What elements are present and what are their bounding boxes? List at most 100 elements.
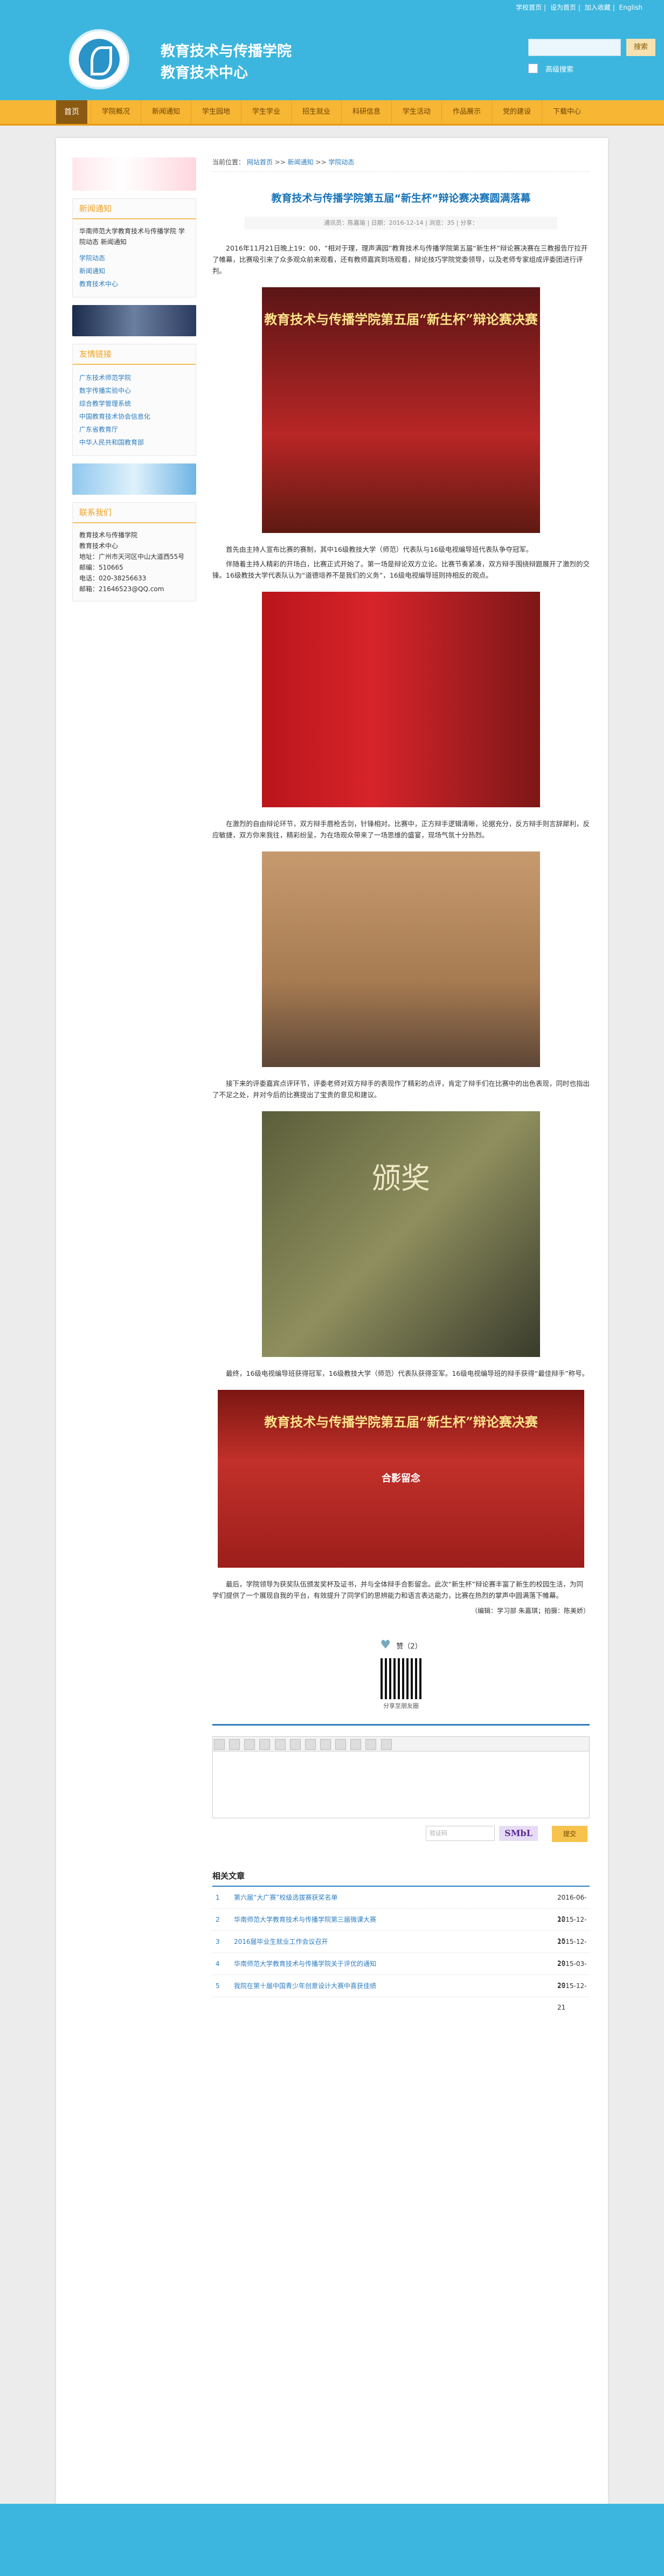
italic-icon[interactable] xyxy=(229,1739,240,1750)
related-row[interactable]: 2 华南师范大学教育技术与传播学院第三届微课大赛 2015-12-15 xyxy=(212,1909,590,1945)
nav-item[interactable]: 作品展示 xyxy=(441,100,492,124)
article-main: 当前位置： 网站首页 >> 新闻通知 >> 学院动态 教育技术与传播学院第五届“… xyxy=(212,157,590,2011)
related-link[interactable]: 华南师范大学教育技术与传播学院第三届微课大赛 xyxy=(234,1909,376,1930)
article-byline: （编辑：学习部 朱嘉琪；拍摄：陈美娇） xyxy=(471,1607,590,1615)
qr-code xyxy=(381,1658,421,1699)
news-link[interactable]: 学院动态 xyxy=(79,252,189,265)
link-icon[interactable] xyxy=(259,1739,271,1750)
related-link[interactable]: 华南师范大学教育技术与传播学院关于评优的通知 xyxy=(234,1953,376,1975)
paragraph: 伴随着主持人精彩的开场白，比赛正式开始了。第一场是辩论双方立论。比赛节奏紧凑，双… xyxy=(212,560,590,579)
contact-line: 邮编：510665 xyxy=(79,564,123,571)
quote-icon[interactable] xyxy=(381,1739,392,1750)
advanced-search-label: 高级搜索 xyxy=(545,66,574,74)
contact-line: 地址：广州市天河区中山大道西55号 xyxy=(79,553,185,560)
article-body: 2016年11月21日晚上19：00，“相对于理，理声满园”教育技术与传播学院第… xyxy=(212,243,590,1617)
links-panel-head: 友情链接 xyxy=(73,344,196,365)
related-row[interactable]: 3 2016届毕业生就业工作会议召开 2015-12-29 xyxy=(212,1931,590,1967)
nav-item[interactable]: 学院概况 xyxy=(91,100,141,124)
captcha-input[interactable]: 验证码 xyxy=(426,1826,495,1841)
bold-icon[interactable] xyxy=(214,1739,225,1750)
news-panel-head: 新闻通知 xyxy=(73,199,196,219)
breadcrumb-item[interactable]: 学院动态 xyxy=(328,158,354,166)
captcha-image[interactable]: SMbL xyxy=(499,1826,538,1841)
align-right-icon[interactable] xyxy=(335,1739,347,1750)
nav-item[interactable]: 学生活动 xyxy=(391,100,441,124)
friend-link[interactable]: 数字传播实验中心 xyxy=(79,384,189,397)
divider xyxy=(212,1724,590,1726)
friend-link[interactable]: 中华人民共和国教育部 xyxy=(79,436,189,449)
align-left-icon[interactable] xyxy=(305,1739,316,1750)
related-row[interactable]: 4 华南师范大学教育技术与传播学院关于评优的通知 2015-03-29 xyxy=(212,1953,590,1989)
friend-link[interactable]: 广东技术师范学院 xyxy=(79,371,189,384)
top-links: 学校首页 | 设为首页 | 加入收藏 | English xyxy=(515,4,642,11)
set-homepage-link[interactable]: 设为首页 xyxy=(550,4,576,11)
page-container: 新闻通知 华南师范大学教育技术与传播学院 学院动态 新闻通知 学院动态 新闻通知… xyxy=(56,138,608,2504)
friend-link[interactable]: 广东省教育厅 xyxy=(79,423,189,436)
related-row[interactable]: 1 第六届“大广赛”校级选拔赛获奖名单 2016-06-12 xyxy=(212,1887,590,1923)
related-row[interactable]: 5 我院在第十届中国青少年创意设计大赛中喜获佳绩 2015-12-21 xyxy=(212,1975,590,2011)
code-icon[interactable] xyxy=(365,1739,377,1750)
related-date: 2015-12-21 xyxy=(557,1982,587,2011)
school-logo[interactable] xyxy=(69,29,129,89)
links-panel: 友情链接 广东技术师范学院 数字传播实验中心 综合教学管理系统 中国教育技术协会… xyxy=(72,344,196,456)
comment-editor[interactable] xyxy=(212,1736,590,1818)
like-count: 赞（2） xyxy=(396,1643,422,1651)
photo-banner-text: 教育技术与传播学院第五届“新生杯”辩论赛决赛 xyxy=(264,311,538,327)
breadcrumb: 当前位置： 网站首页 >> 新闻通知 >> 学院动态 xyxy=(212,157,590,172)
group-photo: 教育技术与传播学院第五届“新生杯”辩论赛决赛 合影留念 xyxy=(218,1390,584,1568)
contact-line: 邮箱：21646523@QQ.com xyxy=(79,585,164,593)
photo-award-text: 颁奖 xyxy=(372,1161,430,1195)
event-photo: 颁奖 xyxy=(262,1111,540,1357)
nav-item[interactable]: 党的建设 xyxy=(492,100,542,124)
nav-item[interactable]: 下载中心 xyxy=(542,100,592,124)
underline-icon[interactable] xyxy=(244,1739,255,1750)
search-input[interactable] xyxy=(528,39,621,56)
submit-comment-button[interactable]: 提交 xyxy=(552,1826,587,1842)
image-icon[interactable] xyxy=(274,1739,286,1750)
related-title: 相关文章 xyxy=(212,1870,590,1887)
nav-item[interactable]: 学生学业 xyxy=(241,100,291,124)
advanced-search-checkbox[interactable] xyxy=(528,64,538,73)
english-link[interactable]: English xyxy=(619,4,642,11)
related-articles: 相关文章 1 第六届“大广赛”校级选拔赛获奖名单 2016-06-12 2 华南… xyxy=(212,1870,590,2011)
news-link[interactable]: 新闻通知 xyxy=(79,265,189,278)
paragraph: 在激烈的自由辩论环节，双方辩手唇枪舌剑，针锋相对。比赛中，正方辩手逻辑清晰，论据… xyxy=(212,820,590,839)
list-icon[interactable] xyxy=(289,1739,301,1750)
related-link[interactable]: 2016届毕业生就业工作会议召开 xyxy=(234,1931,328,1952)
contact-line: 电话：020-38256633 xyxy=(79,574,147,582)
nav-item[interactable]: 招生就业 xyxy=(291,100,341,124)
related-number: 4 xyxy=(216,1960,220,1968)
breadcrumb-item[interactable]: 新闻通知 xyxy=(288,158,314,166)
top-utility-bar: 学校首页 | 设为首页 | 加入收藏 | English xyxy=(0,0,664,14)
friend-link[interactable]: 综合教学管理系统 xyxy=(79,397,189,410)
contact-line: 教育技术与传播学院 xyxy=(79,531,138,539)
news-link[interactable]: 教育技术中心 xyxy=(79,278,189,290)
home-link[interactable]: 学校首页 xyxy=(516,4,542,11)
friend-link[interactable]: 中国教育技术协会信息化 xyxy=(79,410,189,423)
paragraph: 最后，学院领导为获奖队伍颁发奖杯及证书，并与全体辩手合影留念。此次“新生杯”辩论… xyxy=(212,1580,583,1599)
add-favorite-link[interactable]: 加入收藏 xyxy=(585,4,611,11)
like-heart-icon[interactable]: ♥ xyxy=(380,1638,391,1652)
nav-item[interactable]: 新闻通知 xyxy=(141,100,191,124)
nav-item[interactable]: 科研信息 xyxy=(341,100,391,124)
site-title-line2: 教育技术中心 xyxy=(161,65,248,81)
related-link[interactable]: 第六届“大广赛”校级选拔赛获奖名单 xyxy=(234,1887,337,1908)
related-number: 5 xyxy=(216,1982,220,1990)
event-photo xyxy=(262,592,540,807)
paragraph: 最终，16级电视编导班获得冠军，16级教技大学（师范）代表队获得亚军。16级电视… xyxy=(226,1369,589,1377)
paragraph: 首先由主持人宣布比赛的赛制，其中16级教技大学（师范）代表队与16级电视编导班代… xyxy=(226,545,533,553)
search-button[interactable]: 搜索 xyxy=(626,39,655,56)
editor-toolbar xyxy=(213,1737,589,1751)
related-number: 3 xyxy=(216,1938,220,1945)
paragraph: 2016年11月21日晚上19：00，“相对于理，理声满园”教育技术与传播学院第… xyxy=(212,244,588,275)
related-number: 1 xyxy=(216,1894,220,1901)
share-area: ♥ 赞（2） 分享至朋友圈 xyxy=(212,1638,590,1710)
related-link[interactable]: 我院在第十届中国青少年创意设计大赛中喜获佳绩 xyxy=(234,1975,376,1997)
breadcrumb-item[interactable]: 网站首页 xyxy=(247,158,273,166)
contact-panel-head: 联系我们 xyxy=(73,503,196,523)
nav-item[interactable]: 学生园地 xyxy=(191,100,241,124)
nav-home[interactable]: 首页 xyxy=(56,100,87,124)
align-center-icon[interactable] xyxy=(320,1739,331,1750)
emoji-icon[interactable] xyxy=(350,1739,362,1750)
nav-items: 学院概况 新闻通知 学生园地 学生学业 招生就业 科研信息 学生活动 作品展示 … xyxy=(91,100,592,124)
